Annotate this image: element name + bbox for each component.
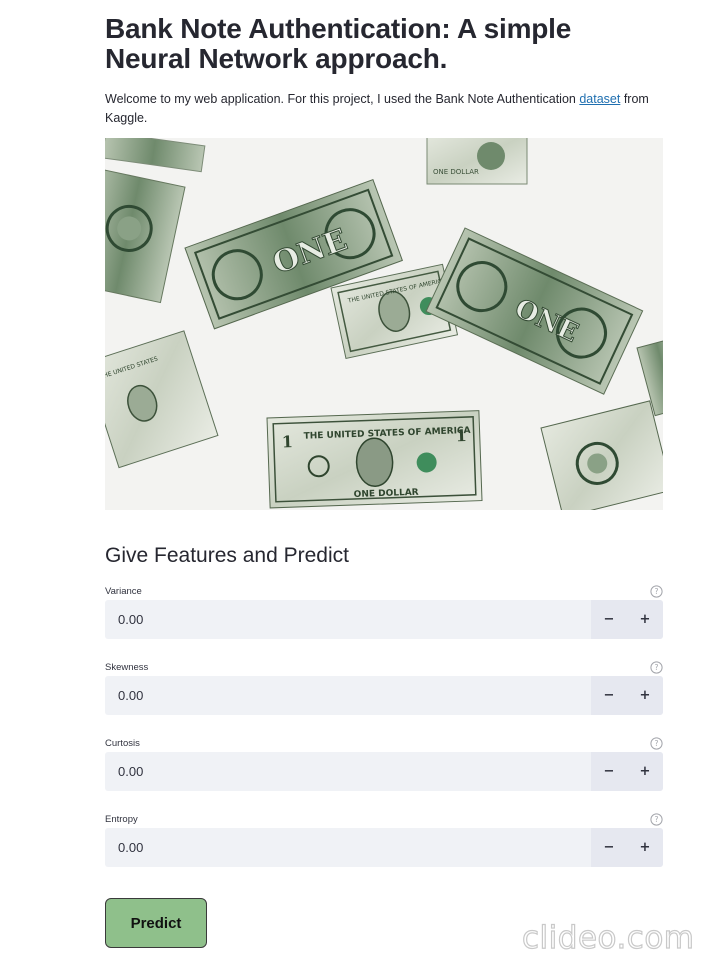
curtosis-input[interactable] (105, 752, 591, 791)
variance-decrement-button[interactable]: − (591, 600, 627, 639)
intro-paragraph: Welcome to my web application. For this … (105, 90, 663, 128)
main-content: Bank Note Authentication: A simple Neura… (105, 0, 663, 948)
help-icon[interactable]: ? (650, 737, 663, 750)
skewness-input[interactable] (105, 676, 591, 715)
page-title: Bank Note Authentication: A simple Neura… (105, 13, 572, 74)
curtosis-label: Curtosis (105, 738, 140, 749)
svg-text:1: 1 (455, 426, 467, 445)
svg-text:ONE DOLLAR: ONE DOLLAR (433, 168, 479, 176)
svg-text:?: ? (655, 815, 659, 824)
form-section-title: Give Features and Predict (105, 544, 349, 567)
intro-text: Welcome to my web application. For this … (105, 92, 580, 106)
entropy-label: Entropy (105, 814, 138, 825)
entropy-input-row: − + (105, 828, 663, 867)
entropy-decrement-button[interactable]: − (591, 828, 627, 867)
curtosis-input-row: − + (105, 752, 663, 791)
entropy-increment-button[interactable]: + (627, 828, 663, 867)
hero-image: ONE ONE DOLLAR THE UNITED STATES OF AMER… (105, 138, 663, 510)
skewness-decrement-button[interactable]: − (591, 676, 627, 715)
bank-notes-illustration: ONE ONE DOLLAR THE UNITED STATES OF AMER… (105, 138, 663, 510)
svg-text:1: 1 (282, 432, 294, 451)
skewness-label: Skewness (105, 662, 149, 673)
curtosis-increment-button[interactable]: + (627, 752, 663, 791)
skewness-increment-button[interactable]: + (627, 676, 663, 715)
help-icon[interactable]: ? (650, 661, 663, 674)
svg-text:?: ? (655, 739, 659, 748)
variance-label: Variance (105, 586, 142, 597)
help-icon[interactable]: ? (650, 813, 663, 826)
entropy-input[interactable] (105, 828, 591, 867)
variance-increment-button[interactable]: + (627, 600, 663, 639)
dataset-link[interactable]: dataset (579, 92, 620, 106)
predict-button[interactable]: Predict (105, 898, 207, 948)
clideo-watermark: clideo.com (521, 919, 695, 956)
svg-text:?: ? (655, 663, 659, 672)
curtosis-decrement-button[interactable]: − (591, 752, 627, 791)
variance-input-row: − + (105, 600, 663, 639)
variance-input[interactable] (105, 600, 591, 639)
svg-text:?: ? (655, 587, 659, 596)
app-page: Bank Note Authentication: A simple Neura… (0, 0, 726, 978)
skewness-input-row: − + (105, 676, 663, 715)
help-icon[interactable]: ? (650, 585, 663, 598)
